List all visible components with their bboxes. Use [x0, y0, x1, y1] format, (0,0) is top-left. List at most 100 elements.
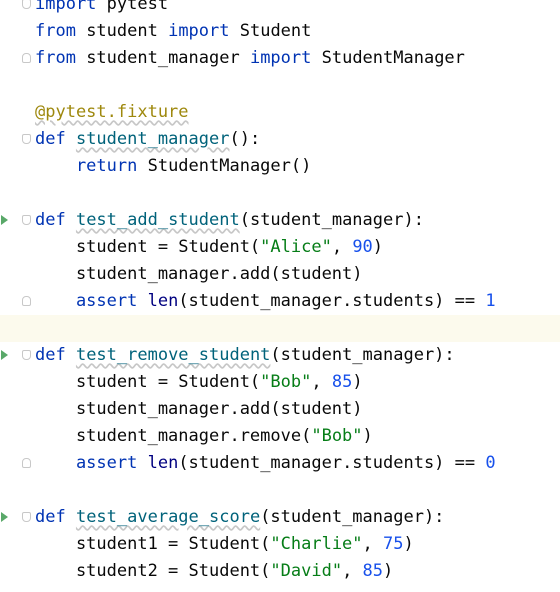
code-token: 90	[352, 237, 373, 257]
code-token: "Bob"	[260, 372, 312, 392]
code-line[interactable]: def test_average_score(student_manager):	[0, 504, 560, 531]
code-token: student_manager.add(student)	[35, 399, 363, 419]
code-token: )	[403, 534, 414, 554]
code-token: )	[362, 426, 373, 446]
code-token: return	[35, 156, 148, 176]
fold-marker-icon[interactable]	[22, 350, 31, 360]
code-token: 85	[362, 561, 384, 581]
code-token: (student_manager):	[270, 345, 455, 365]
code-token: ,	[331, 237, 353, 257]
code-token: test_remove_student	[75, 345, 271, 365]
code-token: ():	[229, 129, 261, 149]
code-token: test_add_student	[75, 210, 240, 230]
code-token: def	[35, 507, 76, 527]
fold-marker-icon[interactable]	[22, 134, 31, 144]
code-token: 75	[383, 534, 404, 554]
code-token: )	[383, 561, 394, 581]
code-token: (student_manager):	[260, 507, 445, 527]
code-token: StudentManager	[321, 48, 465, 68]
code-text: @pytest.fixture	[35, 99, 189, 126]
run-test-icon[interactable]	[1, 512, 8, 522]
code-line[interactable]: assert len(student_manager.students) == …	[0, 450, 560, 477]
code-line[interactable]: student = Student("Bob", 85)	[0, 369, 560, 396]
code-token: assert	[35, 291, 148, 311]
code-text: from student_manager import StudentManag…	[35, 45, 465, 72]
code-token: ,	[362, 534, 384, 554]
code-line[interactable]: from student_manager import StudentManag…	[0, 45, 560, 72]
code-token: student1 = Student(	[35, 534, 271, 554]
code-line[interactable]: @pytest.fixture	[0, 99, 560, 126]
code-text: def test_average_score(student_manager):	[35, 504, 444, 531]
code-token: @pytest.fixture	[35, 102, 189, 122]
code-token: (student_manager.students) ==	[178, 453, 486, 473]
code-token: student = Student(	[35, 237, 261, 257]
code-line[interactable]	[0, 315, 560, 342]
code-token: student_manager.remove(	[35, 426, 312, 446]
code-text: student1 = Student("Charlie", 75)	[35, 531, 414, 558]
fold-marker-icon[interactable]	[22, 512, 31, 522]
code-line[interactable]: assert len(student_manager.students) == …	[0, 288, 560, 315]
code-token: def	[35, 129, 76, 149]
code-token: )	[372, 237, 384, 257]
fold-marker-icon[interactable]	[22, 458, 31, 468]
code-line[interactable]: return StudentManager()	[0, 153, 560, 180]
code-line[interactable]	[0, 477, 560, 504]
code-token: student2 = Student(	[35, 561, 271, 581]
code-token: )	[352, 372, 363, 392]
code-token: student_manager.add(student)	[35, 264, 363, 284]
code-line[interactable]: student2 = Student("David", 85)	[0, 558, 560, 585]
code-line[interactable]: import pytest	[0, 0, 560, 18]
code-token: student_manager	[86, 48, 250, 68]
code-text: student_manager.add(student)	[35, 396, 363, 423]
fold-marker-icon[interactable]	[22, 296, 31, 306]
code-line[interactable]: def test_add_student(student_manager):	[0, 207, 560, 234]
code-token: 0	[485, 453, 496, 473]
code-line[interactable]	[0, 72, 560, 99]
code-token: def	[35, 210, 76, 230]
code-line[interactable]: student_manager.add(student)	[0, 261, 560, 288]
code-text: student2 = Student("David", 85)	[35, 558, 393, 585]
code-text: assert len(student_manager.students) == …	[35, 288, 496, 315]
code-line[interactable]: def test_remove_student(student_manager)…	[0, 342, 560, 369]
code-token: ,	[342, 561, 363, 581]
code-token: ,	[311, 372, 332, 392]
code-token: pytest	[106, 0, 169, 14]
run-test-icon[interactable]	[1, 350, 8, 360]
fold-marker-icon[interactable]	[22, 215, 31, 225]
code-text: student = Student("Bob", 85)	[35, 369, 363, 396]
code-text: from student import Student	[35, 18, 311, 45]
code-token: StudentManager()	[147, 156, 312, 176]
fold-marker-icon[interactable]	[22, 0, 31, 9]
code-token: "Bob"	[311, 426, 363, 446]
fold-marker-icon[interactable]	[22, 53, 31, 63]
code-token: def	[35, 345, 76, 365]
code-token: from	[35, 21, 87, 41]
code-line[interactable]: def student_manager():	[0, 126, 560, 153]
code-line[interactable]: student = Student("Alice", 90)	[0, 234, 560, 261]
code-token: import	[168, 21, 240, 41]
code-text: def test_remove_student(student_manager)…	[35, 342, 455, 369]
code-line[interactable]: student1 = Student("Charlie", 75)	[0, 531, 560, 558]
code-token: student = Student(	[35, 372, 261, 392]
code-text: return StudentManager()	[35, 153, 311, 180]
code-text: student_manager.add(student)	[35, 261, 363, 288]
code-token: assert	[35, 453, 148, 473]
run-test-icon[interactable]	[1, 215, 8, 225]
code-text: def student_manager():	[35, 126, 260, 153]
code-token: import	[35, 0, 107, 14]
code-text: student = Student("Alice", 90)	[35, 234, 383, 261]
code-token: len	[147, 291, 179, 311]
code-token: "Charlie"	[270, 534, 363, 554]
code-token: len	[147, 453, 179, 473]
code-line[interactable]: student_manager.remove("Bob")	[0, 423, 560, 450]
code-line[interactable]	[0, 180, 560, 207]
code-token: "David"	[270, 561, 343, 581]
code-token: import	[249, 48, 322, 68]
code-line[interactable]: from student import Student	[0, 18, 560, 45]
code-line[interactable]: student_manager.add(student)	[0, 396, 560, 423]
code-token: student	[86, 21, 169, 41]
code-token: student_manager	[75, 129, 230, 149]
code-token: from	[35, 48, 87, 68]
code-token: (student_manager):	[239, 210, 424, 230]
code-text: import pytest	[35, 0, 168, 18]
